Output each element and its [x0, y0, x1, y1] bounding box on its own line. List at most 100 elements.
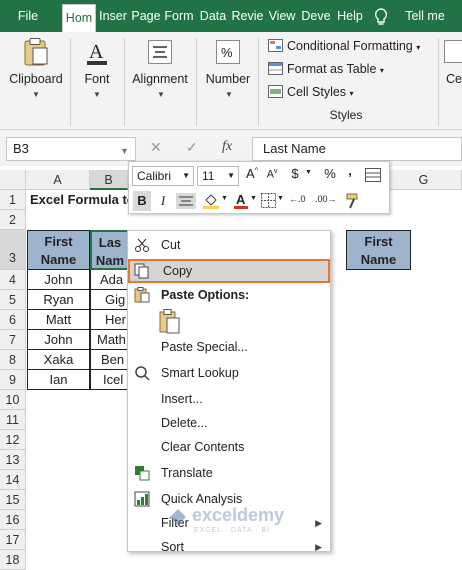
font-group-label[interactable]: Font — [75, 72, 119, 86]
column-header-g[interactable]: G — [386, 170, 462, 190]
row-header[interactable]: 1 — [0, 190, 26, 210]
increase-font-size-icon[interactable]: A^ — [243, 166, 261, 181]
alignment-dropdown-icon[interactable]: ▼ — [157, 90, 165, 99]
cancel-icon[interactable]: ✕ — [150, 139, 162, 156]
number-group-label[interactable]: Number — [202, 72, 254, 86]
format-painter-table-icon[interactable] — [365, 168, 381, 182]
menu-item-translate[interactable]: Translate — [128, 461, 330, 485]
table-cell[interactable]: Math — [90, 330, 130, 350]
font-name-box[interactable]: Calibri▼ — [132, 166, 194, 186]
table-cell[interactable]: Gig — [90, 290, 130, 310]
decrease-font-size-icon[interactable]: Av — [263, 168, 281, 181]
row-header[interactable]: 5 — [0, 290, 26, 310]
font-icon[interactable]: A — [84, 38, 110, 66]
table-cell[interactable]: Xaka — [27, 350, 90, 370]
percent-icon[interactable]: % — [321, 166, 339, 181]
number-dropdown-icon[interactable]: ▼ — [225, 90, 233, 99]
clipboard-dropdown-icon[interactable]: ▼ — [32, 90, 40, 99]
header-cell-last-name-selected[interactable]: Las Nam — [90, 230, 130, 270]
font-size-box[interactable]: 11▼ — [197, 166, 239, 186]
row-header[interactable]: 18 — [0, 550, 26, 570]
table-cell[interactable]: Ben — [90, 350, 130, 370]
borders-icon[interactable] — [261, 193, 276, 208]
tab-developer[interactable]: Deve — [300, 0, 332, 32]
row-header[interactable]: 11 — [0, 410, 26, 430]
font-dropdown-icon[interactable]: ▼ — [93, 90, 101, 99]
insert-function-icon[interactable]: fx — [222, 139, 232, 155]
tab-help[interactable]: Help — [334, 0, 366, 32]
table-cell[interactable]: Her — [90, 310, 130, 330]
menu-item-clear-contents[interactable]: Clear Contents — [128, 435, 330, 459]
clipboard-group-label[interactable]: Clipboard — [6, 72, 66, 86]
table-cell[interactable]: John — [27, 270, 90, 290]
decrease-decimal-icon[interactable]: .00→ — [315, 194, 337, 204]
alignment-icon[interactable] — [148, 40, 172, 64]
row-header[interactable]: 12 — [0, 430, 26, 450]
increase-decimal-icon[interactable]: ←.0 — [289, 194, 306, 204]
select-all-corner[interactable] — [0, 170, 26, 190]
italic-button[interactable]: I — [155, 191, 171, 211]
row-header[interactable]: 2 — [0, 210, 26, 230]
borders-dropdown-icon[interactable]: ▼ — [277, 195, 284, 202]
tab-home[interactable]: Hom — [62, 4, 96, 32]
column-header-a[interactable]: A — [26, 170, 90, 190]
lightbulb-icon[interactable] — [374, 8, 388, 26]
tab-page-layout[interactable]: Page — [130, 0, 162, 32]
menu-item-delete[interactable]: Delete... — [128, 411, 330, 435]
font-color-icon[interactable]: A — [233, 192, 249, 210]
row-header[interactable]: 16 — [0, 510, 26, 530]
tab-insert[interactable]: Inser — [96, 0, 130, 32]
alignment-group-label[interactable]: Alignment — [128, 72, 192, 86]
name-box[interactable]: B3 — [6, 137, 136, 161]
tab-file[interactable]: File — [8, 0, 48, 32]
fill-color-dropdown-icon[interactable]: ▼ — [221, 195, 228, 202]
tab-view[interactable]: View — [266, 0, 298, 32]
bold-button[interactable]: B — [133, 191, 151, 211]
menu-item-sort[interactable]: Sort ▶ — [128, 535, 330, 552]
clipboard-paste-icon[interactable] — [23, 38, 49, 66]
cells-group-label[interactable]: Ce — [446, 72, 462, 86]
table-cell[interactable]: Ada — [90, 270, 130, 290]
menu-item-quick-analysis[interactable]: Quick Analysis — [128, 487, 330, 511]
row-header[interactable]: 15 — [0, 490, 26, 510]
table-cell[interactable]: John — [27, 330, 90, 350]
sheet-title-cell[interactable]: Excel Formula to — [27, 190, 131, 210]
currency-dropdown-icon[interactable]: ▼ — [305, 169, 312, 176]
align-center-icon[interactable] — [176, 193, 196, 209]
menu-item-copy[interactable]: Copy — [128, 259, 330, 283]
tab-data[interactable]: Data — [197, 0, 229, 32]
comma-style-icon[interactable]: , — [343, 163, 357, 178]
percent-number-icon[interactable]: % — [216, 40, 240, 64]
row-header[interactable]: 9 — [0, 370, 26, 390]
table-cell[interactable]: Icel — [90, 370, 130, 390]
enter-check-icon[interactable]: ✓ — [186, 139, 198, 156]
menu-item-paste-special[interactable]: Paste Special... — [128, 335, 330, 359]
row-header[interactable]: 10 — [0, 390, 26, 410]
header-cell-first-name-f[interactable]: First Name — [346, 230, 411, 270]
menu-item-cut[interactable]: Cut — [128, 233, 330, 257]
conditional-formatting-button[interactable]: Conditional Formatting ▾ — [268, 36, 420, 56]
row-header[interactable]: 17 — [0, 530, 26, 550]
format-painter-icon[interactable] — [345, 192, 363, 210]
row-header[interactable]: 7 — [0, 330, 26, 350]
menu-item-filter[interactable]: Filter ▶ — [128, 511, 330, 535]
row-header[interactable]: 13 — [0, 450, 26, 470]
formula-input[interactable]: Last Name — [252, 137, 462, 161]
name-box-dropdown-icon[interactable]: ▼ — [120, 146, 129, 156]
menu-item-insert[interactable]: Insert... — [128, 387, 330, 411]
tell-me-search[interactable]: Tell me — [398, 0, 452, 32]
fill-color-icon[interactable] — [202, 192, 220, 210]
tab-formulas[interactable]: Form — [163, 0, 195, 32]
table-cell[interactable]: Ian — [27, 370, 90, 390]
menu-item-smart-lookup[interactable]: Smart Lookup — [128, 361, 330, 385]
header-cell-first-name[interactable]: First Name — [27, 230, 90, 270]
row-header[interactable]: 3 — [0, 230, 26, 270]
row-header[interactable]: 4 — [0, 270, 26, 290]
row-header[interactable]: 14 — [0, 470, 26, 490]
currency-icon[interactable]: $ — [287, 166, 303, 181]
table-cell[interactable]: Ryan — [27, 290, 90, 310]
font-color-dropdown-icon[interactable]: ▼ — [250, 195, 257, 202]
row-header[interactable]: 8 — [0, 350, 26, 370]
paste-option-clipboard-icon[interactable] — [159, 309, 181, 335]
table-cell[interactable]: Matt — [27, 310, 90, 330]
